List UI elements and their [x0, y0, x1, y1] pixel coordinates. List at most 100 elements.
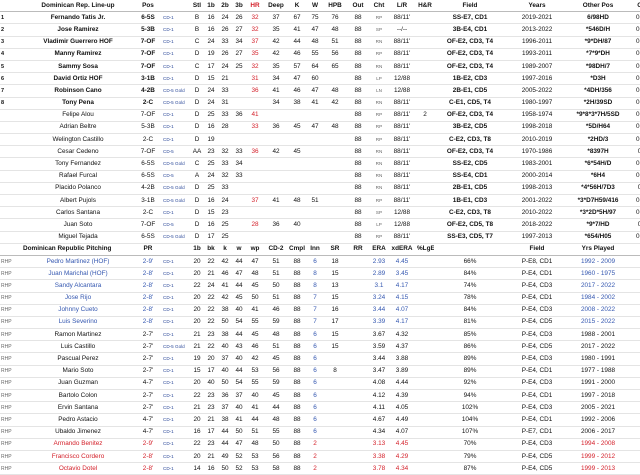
field: OF-E2, CD3, T4 — [434, 145, 506, 159]
complete: 88 — [288, 365, 306, 378]
pitching-col-header: RR — [346, 242, 370, 256]
blank-cell — [434, 242, 506, 256]
strikeout — [288, 170, 306, 183]
cd-rating: CD-1 — [162, 450, 190, 464]
complete: 88 — [288, 340, 306, 354]
field: P-E4, CD1 — [506, 365, 568, 378]
era: 4.08 — [370, 377, 388, 391]
league-era-pct: 85% — [434, 328, 506, 342]
chart: RN — [370, 36, 388, 49]
batter-row: 6 David Ortiz HOF 3-1B CD-1 D 15 21 31 34 47 60 88 L… — [0, 72, 640, 86]
strikeout: 44 — [218, 426, 232, 439]
batting-col-header: 1b — [204, 0, 218, 13]
years: 2018-2022 — [506, 218, 568, 232]
batting-col-header — [162, 0, 190, 13]
homerun: 37 — [246, 194, 264, 208]
out: 88 — [346, 109, 370, 122]
other-positions: *654/H05 — [568, 231, 628, 244]
years: 1989-2007 — [506, 60, 568, 74]
batting-col-header: Stl — [190, 0, 204, 13]
pitcher-rating: 2-9' — [134, 438, 162, 451]
wild-pitch: 48 — [246, 267, 264, 281]
lefty-righty: 88/11' — [388, 97, 416, 110]
strikeout: 40 — [218, 365, 232, 378]
single: 20 — [190, 377, 204, 391]
triple — [232, 231, 246, 244]
pitcher-name: Luis Severino — [22, 316, 134, 330]
ops: 0.878 — [628, 60, 640, 74]
league-era-pct: 86% — [434, 340, 506, 354]
other-positions: *7*9*DH — [568, 48, 628, 61]
chart: SP — [370, 206, 388, 220]
out: 88 — [346, 60, 370, 74]
deep — [264, 182, 288, 196]
blank-cell — [628, 401, 640, 415]
walk — [306, 133, 324, 147]
cd-rating: CD-1 — [162, 365, 190, 378]
throws: RHP — [0, 255, 22, 269]
pitching-col-header: ERA — [370, 242, 388, 256]
cd-rating: CD-1 — [162, 11, 190, 25]
single: 24 — [204, 170, 218, 183]
reliever-rest — [346, 438, 370, 451]
hit-and-run — [416, 157, 434, 171]
walk: 40 — [232, 401, 246, 415]
wild-pitch: 51 — [246, 426, 264, 439]
lefty-righty: 12/88 — [388, 218, 416, 232]
blank-cell — [628, 462, 640, 475]
deep — [264, 157, 288, 171]
other-positions: *4DH/356 — [568, 84, 628, 98]
pitching-col-header: CD-2 — [264, 242, 288, 256]
hbp — [324, 145, 346, 159]
hit-and-run — [416, 145, 434, 159]
innings: 6 — [306, 426, 324, 439]
walk: 47 — [306, 121, 324, 135]
ops: 0.748 — [628, 170, 640, 183]
batting-order — [0, 182, 22, 196]
pitcher-row: RHP Ubaldo Jimenez 4-7' CD-1 16 17 44 50 51 55 88 6… — [0, 426, 640, 439]
bk: 16 — [204, 462, 218, 475]
strikeout: 42 — [218, 255, 232, 269]
blank-cell — [628, 365, 640, 378]
position: 4-2B — [134, 182, 162, 196]
pitcher-row: RHP Ervin Santana 2-7' CD-1 21 23 37 40 41 44 88 6 4… — [0, 401, 640, 415]
xd-era: 4.32 — [388, 328, 416, 342]
batter-name: Juan Soto — [22, 218, 134, 232]
double: 26 — [218, 48, 232, 61]
field: P-E4, CD1 — [506, 267, 568, 281]
cd-2: 55 — [264, 426, 288, 439]
ops: 0.791 — [628, 231, 640, 244]
cd-rating: CD-5 — [162, 218, 190, 232]
single: 20 — [190, 267, 204, 281]
hbp — [324, 218, 346, 232]
xd-era: 3.89 — [388, 365, 416, 378]
throws: RHP — [0, 352, 22, 366]
other-positions: *5D/H64 — [568, 121, 628, 135]
homerun: 35 — [246, 48, 264, 61]
cd-2: 56 — [264, 365, 288, 378]
years-played: 1980 - 1991 — [568, 352, 628, 366]
batting-order: 6 — [0, 72, 22, 86]
pitcher-name: Armando Benitez — [22, 438, 134, 451]
homerun — [246, 170, 264, 183]
pitcher-rating: 2-8' — [134, 450, 162, 464]
pitching-col-header: 1b — [190, 242, 204, 256]
batter-row: Rafael Furcal 6-5S CD-5 A 24 32 33 88 RN 88/11' SS… — [0, 170, 640, 183]
walk: 44 — [232, 365, 246, 378]
xd-era: 4.17 — [388, 279, 416, 293]
strikeout — [288, 231, 306, 244]
walk: 45 — [232, 292, 246, 305]
single: 15 — [204, 72, 218, 86]
pitching-col-header: %LgERA — [416, 242, 434, 256]
double: 32 — [218, 170, 232, 183]
pitcher-rating: 2-8' — [134, 462, 162, 475]
field: C-E1, CD5, T4 — [434, 97, 506, 110]
double: 32 — [218, 145, 232, 159]
single: 19 — [190, 352, 204, 366]
blank-cell — [416, 462, 434, 475]
cd-rating: CD-1 — [162, 23, 190, 37]
position: 7-OF — [134, 60, 162, 74]
lefty-righty: 88/11' — [388, 11, 416, 25]
double: 24 — [218, 60, 232, 74]
chart: RN — [370, 182, 388, 196]
